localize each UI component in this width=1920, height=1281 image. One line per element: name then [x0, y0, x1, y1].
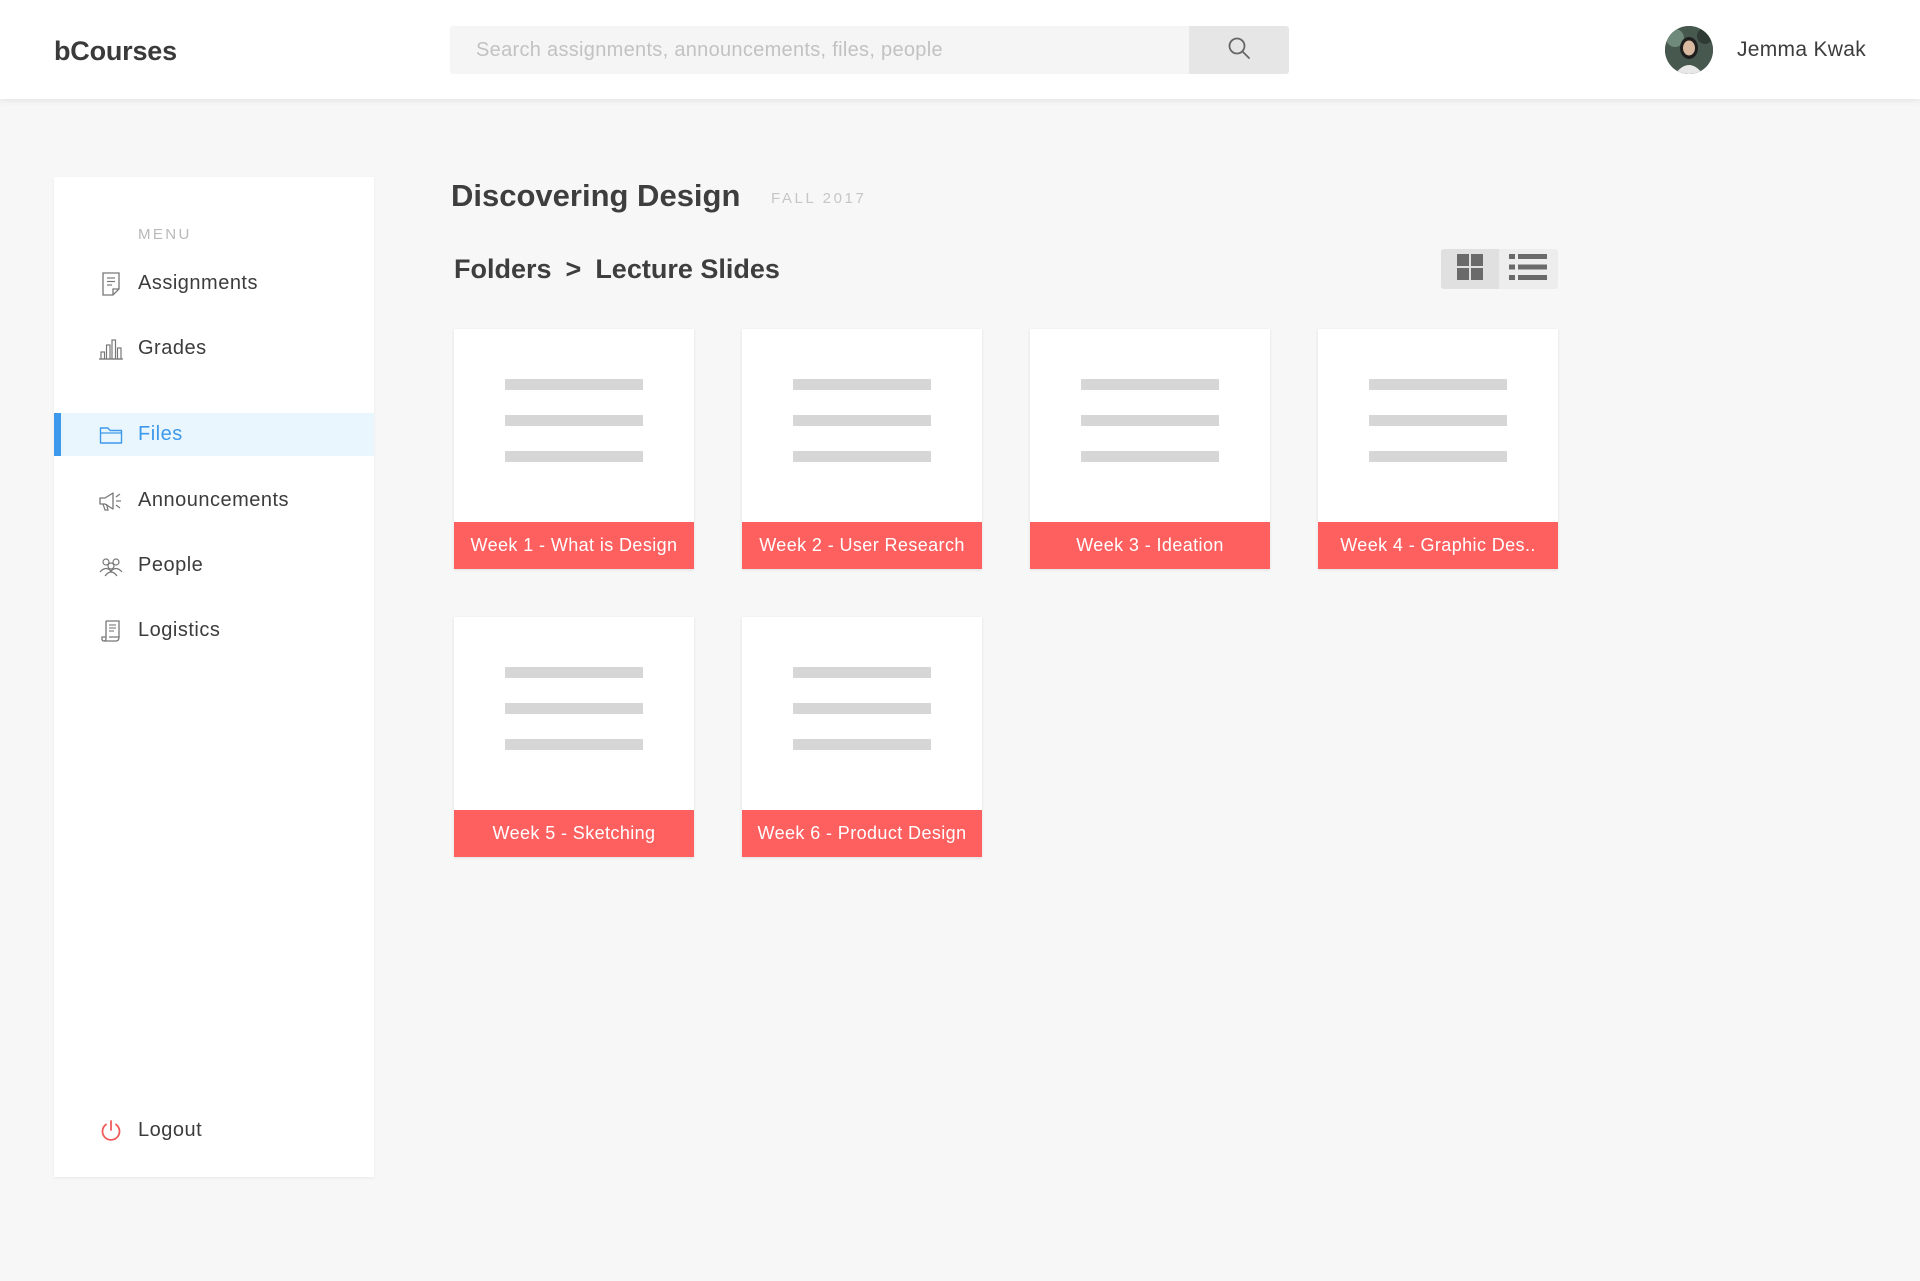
sidebar-item-label: Files	[138, 423, 183, 445]
thumbnail-line	[793, 703, 931, 714]
folder-card[interactable]: Week 1 - What is Design	[454, 329, 694, 569]
folder-card[interactable]: Week 3 - Ideation	[1030, 329, 1270, 569]
folder-card[interactable]: Week 2 - User Research	[742, 329, 982, 569]
folder-label[interactable]: Week 4 - Graphic Des..	[1318, 522, 1558, 569]
power-icon	[98, 1118, 124, 1144]
breadcrumb-current: Lecture Slides	[595, 254, 780, 284]
sidebar-item-logistics[interactable]: Logistics	[54, 609, 374, 652]
grid-view-button[interactable]	[1441, 249, 1499, 289]
folder-card[interactable]: Week 4 - Graphic Des..	[1318, 329, 1558, 569]
avatar[interactable]	[1664, 26, 1713, 74]
view-toggle	[1441, 249, 1558, 289]
thumbnail-line	[1369, 451, 1507, 462]
sidebar-item-files[interactable]: Files	[54, 413, 374, 456]
sidebar-item-people[interactable]: People	[54, 544, 374, 587]
thumbnail-line	[1081, 451, 1219, 462]
thumbnail-line	[505, 739, 643, 750]
list-view-button[interactable]	[1499, 249, 1557, 289]
grid-view-icon	[1456, 253, 1484, 286]
search-bar	[450, 26, 1289, 74]
folder-label[interactable]: Week 2 - User Research	[742, 522, 982, 569]
thumbnail-line	[1369, 415, 1507, 426]
sidebar-item-label: Logistics	[138, 619, 221, 641]
breadcrumb: Folders > Lecture Slides	[454, 254, 780, 285]
folder-icon	[98, 422, 124, 448]
thumbnail-line	[793, 379, 931, 390]
breadcrumb-folders[interactable]: Folders	[454, 254, 552, 285]
folder-label[interactable]: Week 1 - What is Design	[454, 522, 694, 569]
thumbnail-line	[505, 451, 643, 462]
folder-label[interactable]: Week 3 - Ideation	[1030, 522, 1270, 569]
sidebar-item-grades[interactable]: Grades	[54, 327, 374, 370]
thumbnail-line	[1369, 379, 1507, 390]
folder-card[interactable]: Week 5 - Sketching	[454, 617, 694, 857]
folder-label[interactable]: Week 5 - Sketching	[454, 810, 694, 857]
document-icon	[98, 271, 124, 297]
list-view-icon	[1508, 253, 1548, 286]
thumbnail-line	[1081, 379, 1219, 390]
brand-logo[interactable]: bCourses	[54, 36, 177, 67]
sidebar: MENU Assignments Grades Files Announceme…	[54, 177, 374, 1177]
user-name[interactable]: Jemma Kwak	[1737, 38, 1866, 62]
sidebar-item-label: Grades	[138, 337, 207, 359]
logout-button[interactable]: Logout	[54, 1109, 374, 1152]
menu-title: MENU	[138, 226, 192, 243]
thumbnail-line	[793, 667, 931, 678]
logout-label: Logout	[138, 1119, 203, 1141]
thumbnail-line	[793, 415, 931, 426]
sidebar-item-label: People	[138, 554, 204, 576]
top-bar: bCourses Jemma Kwak	[0, 0, 1920, 99]
search-icon	[1227, 36, 1251, 65]
sidebar-item-label: Announcements	[138, 489, 290, 511]
thumbnail-line	[505, 415, 643, 426]
term-label: FALL 2017	[771, 190, 867, 207]
thumbnail-line	[793, 739, 931, 750]
thumbnail-line	[793, 451, 931, 462]
sidebar-item-announcements[interactable]: Announcements	[54, 479, 374, 522]
thumbnail-line	[1081, 415, 1219, 426]
megaphone-icon	[98, 488, 124, 514]
folder-label[interactable]: Week 6 - Product Design	[742, 810, 982, 857]
thumbnail-line	[505, 379, 643, 390]
people-icon	[98, 553, 124, 579]
sidebar-item-assignments[interactable]: Assignments	[54, 262, 374, 305]
search-input[interactable]	[450, 26, 1189, 74]
search-button[interactable]	[1189, 26, 1289, 74]
scroll-icon	[98, 618, 124, 644]
page-title: Discovering Design	[451, 178, 741, 213]
bar-chart-icon	[98, 336, 124, 362]
thumbnail-line	[505, 703, 643, 714]
sidebar-item-label: Assignments	[138, 272, 258, 294]
breadcrumb-separator: >	[565, 254, 582, 284]
user-menu[interactable]: Jemma Kwak	[1664, 25, 1866, 75]
folder-card[interactable]: Week 6 - Product Design	[742, 617, 982, 857]
thumbnail-line	[505, 667, 643, 678]
